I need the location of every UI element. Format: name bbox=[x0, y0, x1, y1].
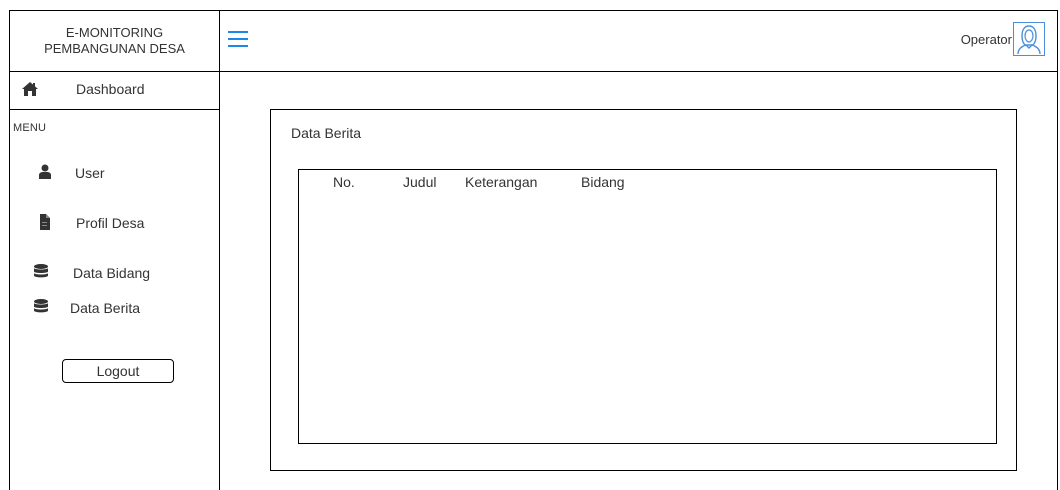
user-menu[interactable]: Operator bbox=[961, 22, 1045, 56]
brand-logo: E-MONITORING PEMBANGUNAN DESA bbox=[10, 11, 220, 72]
sidebar-item-data-berita[interactable]: Data Berita bbox=[10, 296, 210, 320]
column-header-judul: Judul bbox=[403, 174, 437, 190]
column-header-bidang: Bidang bbox=[581, 174, 625, 190]
column-header-keterangan: Keterangan bbox=[465, 174, 538, 190]
column-header-no: No. bbox=[333, 174, 355, 190]
user-icon bbox=[39, 164, 51, 184]
logout-button[interactable]: Logout bbox=[62, 359, 174, 383]
hamburger-icon[interactable] bbox=[228, 31, 248, 48]
sidebar-item-dashboard[interactable]: Dashboard bbox=[10, 72, 219, 110]
sidebar-item-label: Dashboard bbox=[76, 81, 145, 97]
data-table: No. Judul Keterangan Bidang bbox=[298, 169, 997, 444]
data-berita-panel: Data Berita No. Judul Keterangan Bidang bbox=[270, 109, 1017, 471]
brand-line-2: PEMBANGUNAN DESA bbox=[44, 41, 185, 56]
user-role-label: Operator bbox=[960, 31, 1012, 47]
menu-heading: MENU bbox=[13, 122, 47, 134]
home-icon bbox=[22, 82, 38, 101]
user-avatar-icon[interactable] bbox=[1013, 22, 1045, 56]
sidebar-item-label: Data Berita bbox=[70, 300, 141, 316]
database-icon bbox=[34, 264, 48, 283]
sidebar-item-label: Profil Desa bbox=[76, 215, 145, 231]
sidebar: Dashboard MENU User Profil Desa Data Bid… bbox=[10, 72, 220, 490]
database-icon bbox=[34, 299, 48, 318]
sidebar-item-label: User bbox=[75, 165, 105, 181]
sidebar-item-user[interactable]: User bbox=[10, 161, 210, 185]
document-icon bbox=[40, 214, 50, 235]
brand-line-1: E-MONITORING bbox=[65, 25, 164, 40]
sidebar-item-profil-desa[interactable]: Profil Desa bbox=[10, 211, 210, 235]
page-title: Data Berita bbox=[291, 125, 362, 141]
top-bar: Operator bbox=[220, 11, 1057, 72]
sidebar-item-data-bidang[interactable]: Data Bidang bbox=[10, 261, 210, 285]
sidebar-item-label: Data Bidang bbox=[73, 265, 151, 281]
